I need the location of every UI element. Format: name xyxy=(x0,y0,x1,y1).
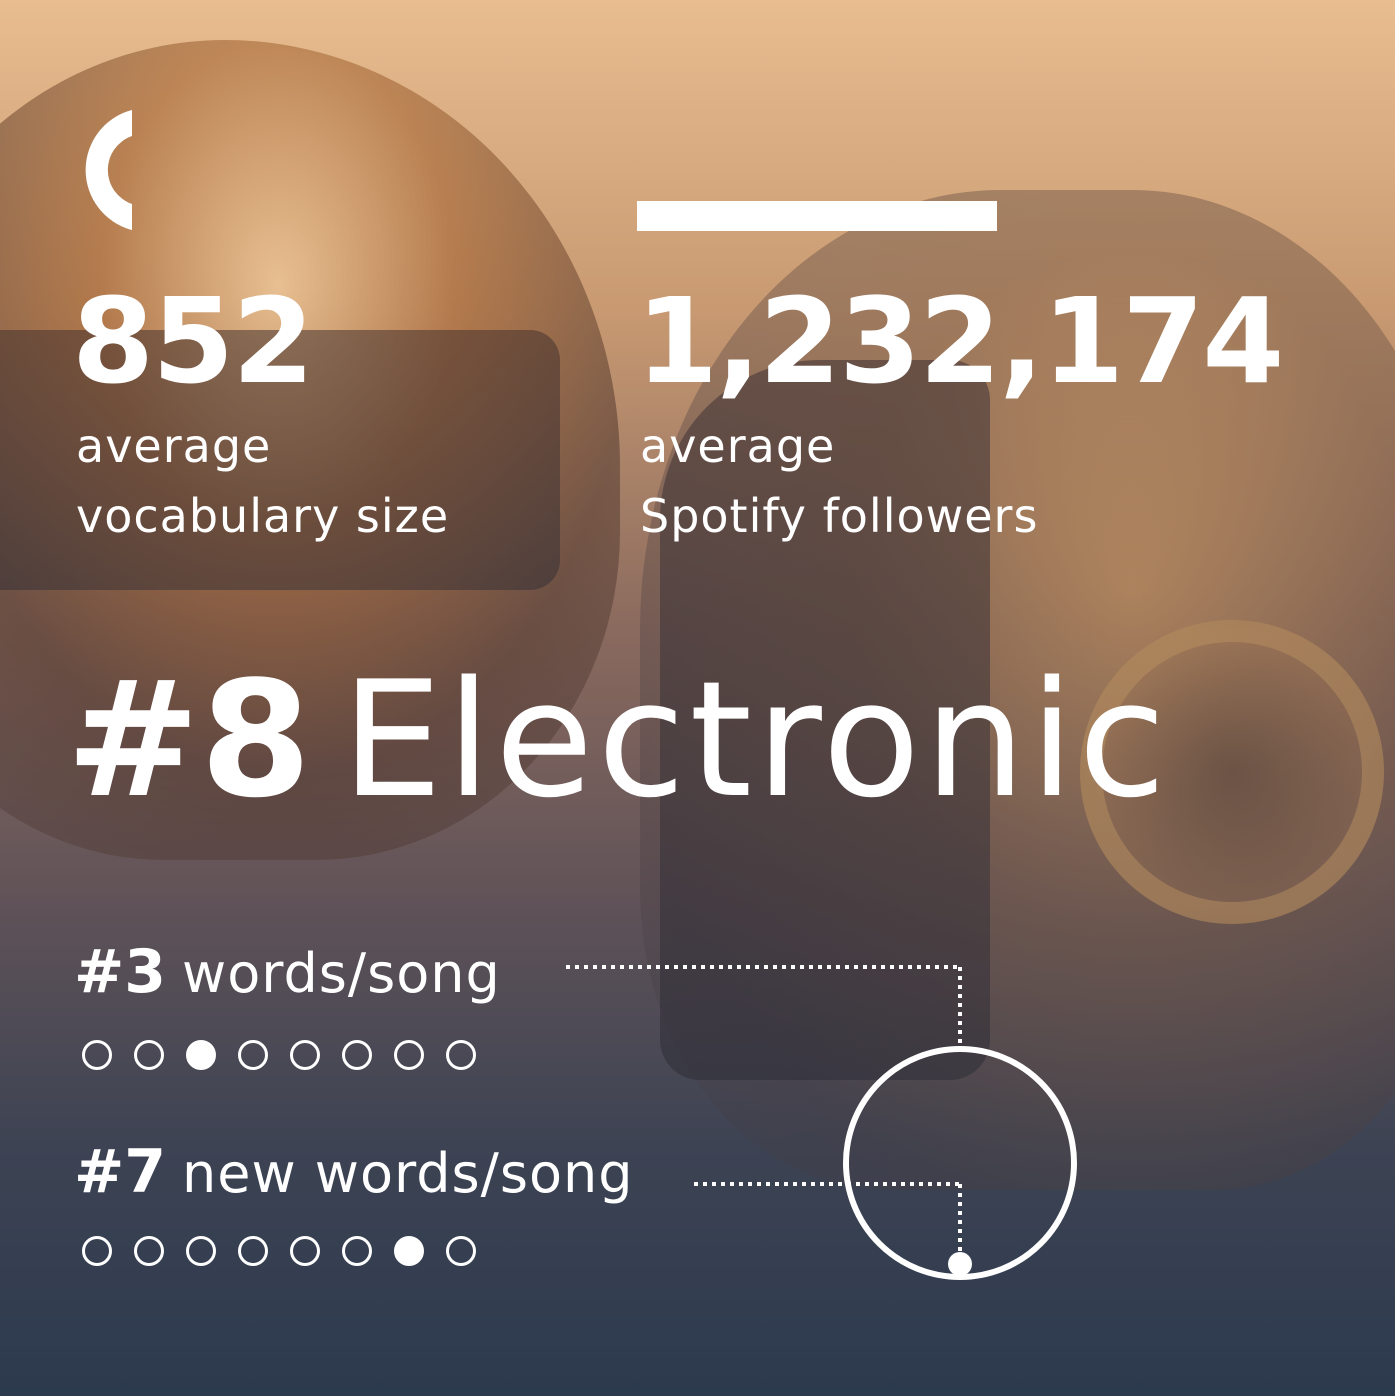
infographic-card: 852 average vocabulary size 1,232,174 av… xyxy=(0,0,1395,1396)
gauge-marker-dot xyxy=(948,1252,972,1276)
gauge-connector-graphic xyxy=(566,965,1077,1280)
gauge-circle xyxy=(843,1046,1077,1280)
